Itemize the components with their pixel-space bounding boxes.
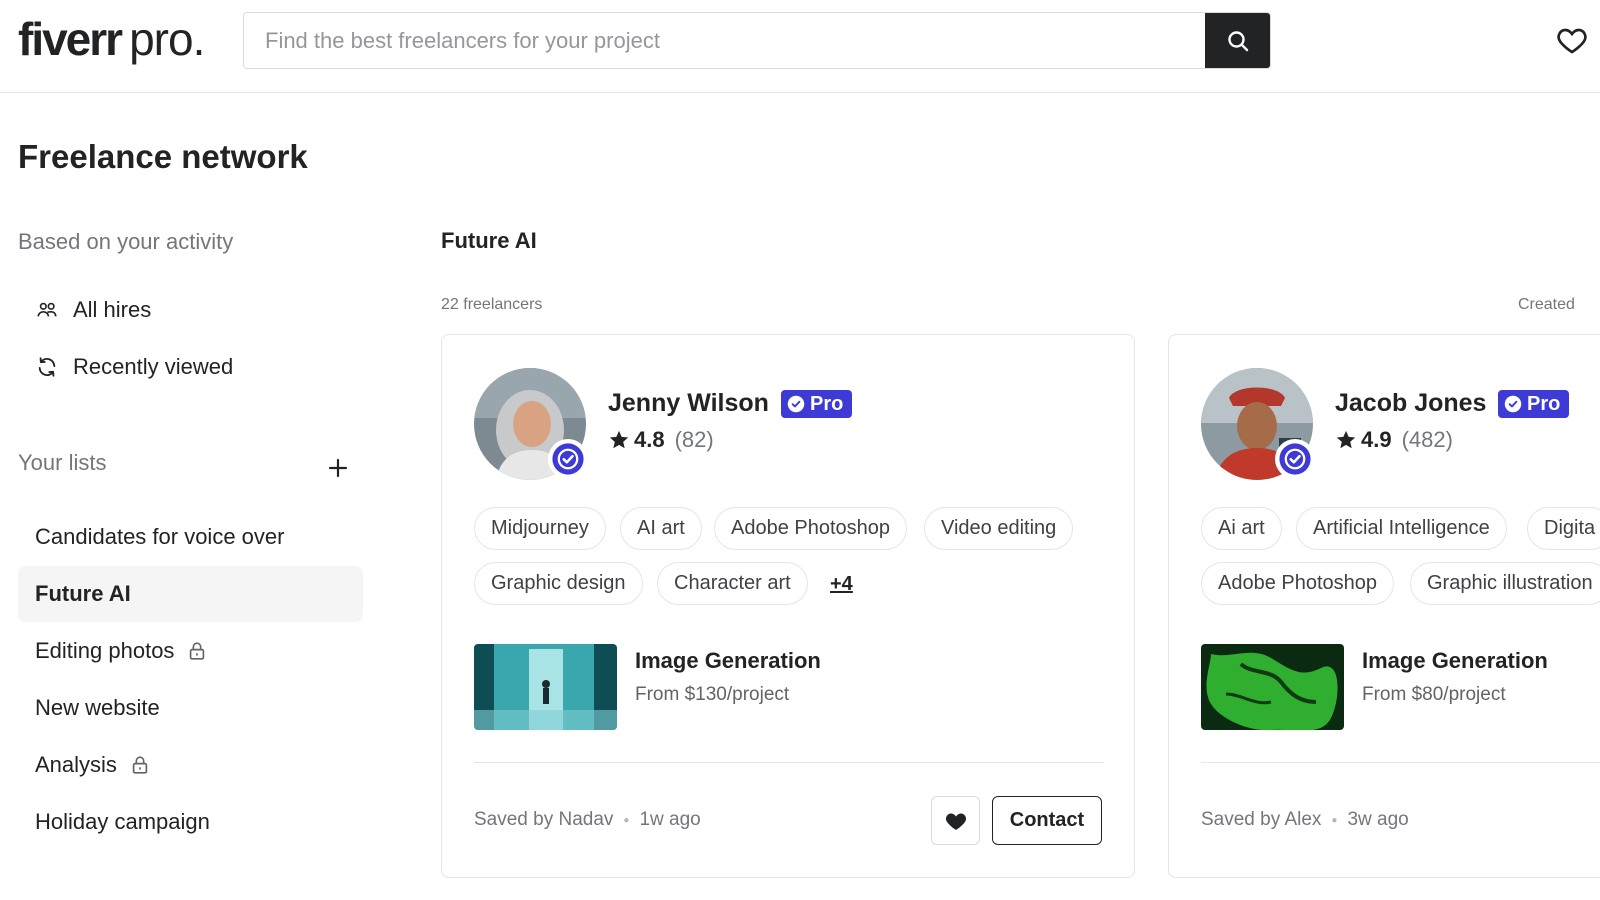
gig-title[interactable]: Image Generation [635,648,821,674]
sidebar-item-label: Recently viewed [73,354,234,379]
review-count: (82) [674,427,714,452]
logo-main-text: fiverr [18,13,123,65]
freelancer-count: 22 freelancers [441,296,543,313]
freelancer-name[interactable]: Jacob Jones [1335,389,1486,418]
gig-thumbnail[interactable] [474,644,617,730]
fiverr-pro-logo[interactable]: fiverr pro. [18,12,205,66]
rating-value: 4.9 [1361,427,1392,452]
sidebar-list-future-ai[interactable]: Future AI [18,566,363,622]
activity-heading: Based on your activity [18,229,234,254]
search-icon [1227,30,1248,51]
sidebar-list-holiday-campaign[interactable]: Holiday campaign [18,794,363,850]
sidebar-list-analysis[interactable]: Analysis [18,737,363,793]
more-tags-link[interactable]: +4 [830,573,853,596]
lock-icon [129,754,151,776]
sidebar-list-new-website[interactable]: New website [18,680,363,736]
skill-tag[interactable]: Artificial Intelligence [1296,507,1507,550]
star-icon [609,430,629,449]
gig-price: From $80/project [1362,684,1506,705]
list-label: New website [35,695,160,720]
people-icon [35,298,59,322]
skill-tag[interactable]: AI art [620,507,702,550]
pro-badge-label: Pro [1527,392,1561,415]
gig-title[interactable]: Image Generation [1362,648,1548,674]
divider [474,762,1104,763]
freelancer-card[interactable]: Jacob Jones Pro 4.9 (482) Ai art Artific… [1168,334,1600,878]
dot-separator: ● [1331,814,1338,826]
skill-tag[interactable]: Video editing [924,507,1074,550]
heart-filled-icon [945,813,966,830]
add-list-plus-icon[interactable] [326,456,350,480]
search-bar [243,12,1271,69]
sidebar-list-candidates-voice-over[interactable]: Candidates for voice over [18,509,363,565]
saved-by: Saved by Alex [1201,809,1322,830]
freelancer-card[interactable]: Jenny Wilson Pro 4.8 (82) Midjourney AI … [441,334,1135,878]
contact-button[interactable]: Contact [992,796,1102,845]
rating-value: 4.8 [634,427,665,452]
pro-check-icon [787,395,805,413]
star-icon [1336,430,1356,449]
skill-tag[interactable]: Adobe Photoshop [1201,562,1395,605]
rating: 4.8 (82) [608,427,714,453]
lists-heading: Your lists [18,450,107,475]
pro-badge-label: Pro [810,392,844,415]
saved-by: Saved by Nadav [474,809,614,830]
skill-tag[interactable]: Midjourney [474,507,606,550]
saved-info: Saved by Alex ● 3w ago [1201,809,1409,831]
gig-price: From $130/project [635,684,790,705]
lock-icon [186,640,208,662]
list-label: Holiday campaign [35,809,210,834]
rating: 4.9 (482) [1335,427,1453,453]
skill-tag[interactable]: Digita [1527,507,1600,550]
saved-time: 3w ago [1347,809,1409,830]
pro-badge: Pro [781,390,853,418]
skill-tag[interactable]: Adobe Photoshop [714,507,908,550]
logo-pro-text: pro. [129,13,205,65]
dot-separator: ● [623,814,630,826]
favorite-button[interactable] [931,796,980,845]
skill-tag[interactable]: Graphic design [474,562,643,605]
pro-badge: Pro [1498,390,1570,418]
saved-time: 1w ago [639,809,701,830]
saved-info: Saved by Nadav ● 1w ago [474,809,701,831]
sidebar-item-label: All hires [73,297,152,322]
skill-tag[interactable]: Ai art [1201,507,1282,550]
divider [1201,762,1600,763]
search-button[interactable] [1205,13,1270,68]
freelancer-name[interactable]: Jenny Wilson [608,389,769,418]
skill-tag[interactable]: Character art [657,562,808,605]
heart-outline-icon[interactable] [1556,24,1588,56]
sidebar-item-recently-viewed[interactable]: Recently viewed [18,339,363,395]
sort-dropdown[interactable]: Created [1518,296,1575,314]
search-input[interactable] [244,13,1206,68]
top-header: fiverr pro. [0,0,1600,93]
sidebar-list-editing-photos[interactable]: Editing photos [18,623,363,679]
verified-check-icon [548,439,588,479]
sidebar-item-all-hires[interactable]: All hires [18,282,363,338]
list-label: Future AI [35,581,131,606]
verified-check-icon [1275,439,1315,479]
pro-check-icon [1504,395,1522,413]
list-label: Editing photos [35,638,175,663]
refresh-icon [35,355,59,379]
skill-tag[interactable]: Graphic illustration [1410,562,1600,605]
gig-thumbnail[interactable] [1201,644,1344,730]
review-count: (482) [1401,427,1453,452]
page-title: Freelance network [18,138,308,175]
list-label: Candidates for voice over [35,524,285,549]
list-label: Analysis [35,752,117,777]
list-title: Future AI [441,228,537,253]
